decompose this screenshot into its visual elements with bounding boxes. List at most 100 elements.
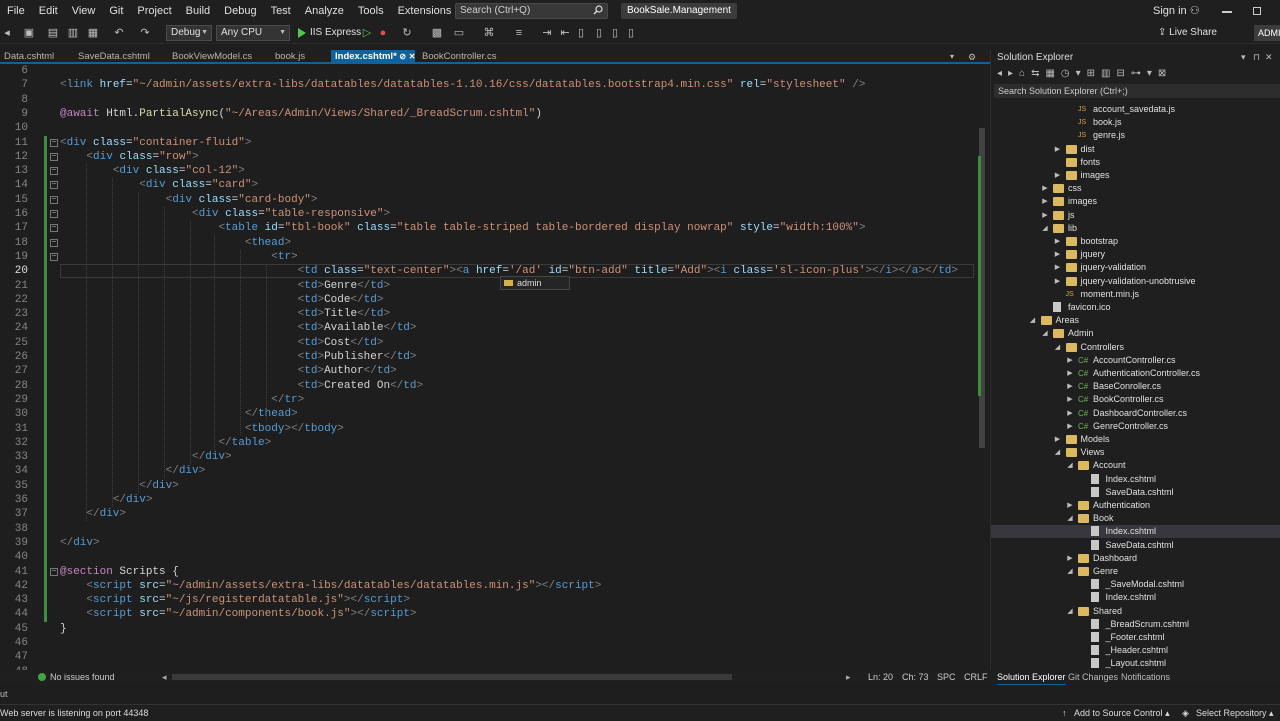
new-item-icon[interactable]: ▣ bbox=[22, 26, 36, 40]
pin-icon[interactable]: ⊘ bbox=[399, 52, 406, 61]
fold-toggle-icon[interactable]: − bbox=[50, 252, 58, 261]
tab-bookviewmodel[interactable]: BookViewModel.cs bbox=[168, 50, 256, 64]
tree-item[interactable]: JS account_savedata.js bbox=[991, 103, 1280, 116]
fold-toggle-icon[interactable]: − bbox=[50, 567, 58, 576]
tree-item[interactable]: ▶ C# GenreController.cs bbox=[991, 420, 1280, 433]
expand-icon[interactable]: ▶ bbox=[1054, 433, 1062, 446]
code-line[interactable]: 19 − <tr> bbox=[0, 250, 976, 264]
pin-icon[interactable]: ⊓ bbox=[1253, 52, 1260, 63]
next-bookmark-icon[interactable]: ▯ bbox=[608, 26, 622, 40]
collapse-icon[interactable]: ◢ bbox=[1066, 565, 1074, 578]
format-icon[interactable]: ⌘ bbox=[482, 26, 496, 40]
expand-icon[interactable]: ▶ bbox=[1066, 407, 1074, 420]
tree-item[interactable]: fonts bbox=[991, 156, 1280, 169]
tree-item[interactable]: _SaveModal.cshtml bbox=[991, 578, 1280, 591]
tree-item[interactable]: ◢ Account bbox=[991, 459, 1280, 472]
code-line[interactable]: 27 <td>Author</td> bbox=[0, 364, 976, 378]
expand-icon[interactable]: ▶ bbox=[1066, 393, 1074, 406]
tree-item[interactable]: ▶ images bbox=[991, 169, 1280, 182]
code-line[interactable]: 15 − <div class="card-body"> bbox=[0, 193, 976, 207]
fold-toggle-icon[interactable]: − bbox=[50, 238, 58, 247]
line-ending[interactable]: CRLF bbox=[964, 670, 988, 684]
tree-item[interactable]: Index.cshtml bbox=[991, 525, 1280, 539]
code-line[interactable]: 26 <td>Publisher</td> bbox=[0, 350, 976, 364]
collapse-icon[interactable]: ◢ bbox=[1054, 341, 1062, 354]
intellisense-popup[interactable]: admin bbox=[500, 276, 570, 290]
tree-item[interactable]: ▶ jquery-validation-unobtrusive bbox=[991, 275, 1280, 288]
code-line[interactable]: 18 − <thead> bbox=[0, 236, 976, 250]
code-line[interactable]: 32 </table> bbox=[0, 436, 976, 450]
tree-item[interactable]: ▶ C# AccountController.cs bbox=[991, 354, 1280, 367]
fold-toggle-icon[interactable]: − bbox=[50, 167, 58, 176]
solution-search-input[interactable]: Search Solution Explorer (Ctrl+;) bbox=[994, 84, 1280, 98]
tree-item[interactable]: Index.cshtml bbox=[991, 591, 1280, 604]
expand-icon[interactable]: ▶ bbox=[1054, 275, 1062, 288]
tree-item[interactable]: ▶ C# AuthenticationController.cs bbox=[991, 367, 1280, 380]
dropdown-icon[interactable]: ▾ bbox=[1241, 52, 1246, 63]
live-share-button[interactable]: ⇪ Live Share bbox=[1158, 22, 1217, 44]
tree-item[interactable]: ▶ jquery bbox=[991, 248, 1280, 261]
code-line[interactable]: 47 bbox=[0, 650, 976, 664]
comment-icon[interactable]: ≡ bbox=[512, 26, 526, 40]
expand-icon[interactable]: ▶ bbox=[1054, 235, 1062, 248]
search-input[interactable]: Search (Ctrl+Q) bbox=[455, 3, 608, 19]
menu-item-test[interactable]: Test bbox=[264, 0, 298, 22]
menu-item-tools[interactable]: Tools bbox=[351, 0, 391, 22]
tree-item[interactable]: ◢ Genre bbox=[991, 565, 1280, 578]
tree-item[interactable]: ▶ C# BaseConroller.cs bbox=[991, 380, 1280, 393]
code-line[interactable]: 28 <td>Created On</td> bbox=[0, 379, 976, 393]
run-button[interactable]: IIS Express bbox=[296, 25, 361, 41]
code-line[interactable]: 36 </div> bbox=[0, 493, 976, 507]
tree-item[interactable]: ▶ js bbox=[991, 209, 1280, 222]
code-line[interactable]: 14 − <div class="card"> bbox=[0, 178, 976, 192]
tree-item[interactable]: _Footer.cshtml bbox=[991, 631, 1280, 644]
bookmark-icon[interactable]: ▯ bbox=[574, 26, 588, 40]
code-line[interactable]: 35 </div> bbox=[0, 479, 976, 493]
browser-link-icon[interactable]: ● bbox=[376, 26, 390, 40]
undo-icon[interactable]: ↶ bbox=[112, 26, 126, 40]
fold-toggle-icon[interactable]: − bbox=[50, 224, 58, 233]
code-line[interactable]: 43 <script src="~/js/registerdatatable.j… bbox=[0, 593, 976, 607]
menu-item-git[interactable]: Git bbox=[102, 0, 130, 22]
tree-item[interactable]: _Layout.cshtml bbox=[991, 657, 1280, 670]
code-line[interactable]: 21 <td>Genre</td> bbox=[0, 279, 976, 293]
code-line[interactable]: 25 <td>Cost</td> bbox=[0, 336, 976, 350]
collapse-icon[interactable]: ◢ bbox=[1066, 512, 1074, 525]
platform-dropdown[interactable]: Any CPU ▼ bbox=[216, 25, 290, 41]
code-line[interactable]: 20 <td class="text-center"><a href='/ad'… bbox=[0, 264, 976, 279]
code-line[interactable]: 13 − <div class="col-12"> bbox=[0, 164, 976, 178]
settings-icon[interactable]: ⚙ bbox=[968, 50, 976, 64]
refresh-icon[interactable]: ↻ bbox=[400, 26, 414, 40]
tree-item[interactable]: ◢ Controllers bbox=[991, 341, 1280, 354]
tree-item[interactable]: ▶ css bbox=[991, 182, 1280, 195]
tree-item[interactable]: JS moment.min.js bbox=[991, 288, 1280, 301]
tree-item[interactable]: ▶ C# BookController.cs bbox=[991, 393, 1280, 406]
whitespace-mode[interactable]: SPC bbox=[937, 670, 956, 684]
fold-toggle-icon[interactable]: − bbox=[50, 152, 58, 161]
code-line[interactable]: 16 − <div class="table-responsive"> bbox=[0, 207, 976, 221]
code-line[interactable]: 30 </thead> bbox=[0, 407, 976, 421]
menu-item-extensions[interactable]: Extensions bbox=[391, 0, 459, 22]
save-icon[interactable]: ▥ bbox=[66, 26, 80, 40]
code-line[interactable]: 17− <table id="tbl-book" class="table ta… bbox=[0, 221, 976, 235]
expand-icon[interactable]: ▶ bbox=[1041, 209, 1049, 222]
tree-item[interactable]: ▶ jquery-validation bbox=[991, 261, 1280, 274]
menu-item-analyze[interactable]: Analyze bbox=[298, 0, 351, 22]
code-line[interactable]: 24 <td>Available</td> bbox=[0, 321, 976, 335]
tree-item[interactable]: ◢ Views bbox=[991, 446, 1280, 459]
expand-icon[interactable]: ▶ bbox=[1054, 248, 1062, 261]
solution-explorer-toolbar[interactable]: ◂▸⌂⇆▦◷▾⊞▥⊟⊶▾⊠ bbox=[997, 68, 1172, 80]
tab-book-js[interactable]: book.js bbox=[271, 50, 309, 64]
horizontal-scrollbar[interactable] bbox=[172, 674, 732, 680]
collapse-icon[interactable]: ◢ bbox=[1066, 459, 1074, 472]
expand-icon[interactable]: ▶ bbox=[1066, 420, 1074, 433]
menu-item-edit[interactable]: Edit bbox=[32, 0, 65, 22]
fold-toggle-icon[interactable]: − bbox=[50, 181, 58, 190]
tab-index-cshtml[interactable]: Index.cshtml* ⊘ ✕ bbox=[331, 50, 415, 64]
code-line[interactable]: 38 bbox=[0, 522, 976, 536]
code-line[interactable]: 42 <script src="~/admin/assets/extra-lib… bbox=[0, 579, 976, 593]
code-line[interactable]: 45} bbox=[0, 622, 976, 636]
tab-data-cshtml[interactable]: Data.cshtml bbox=[0, 50, 58, 64]
code-line[interactable]: 8 bbox=[0, 93, 976, 107]
account-badge[interactable]: ADMI bbox=[1254, 25, 1280, 41]
